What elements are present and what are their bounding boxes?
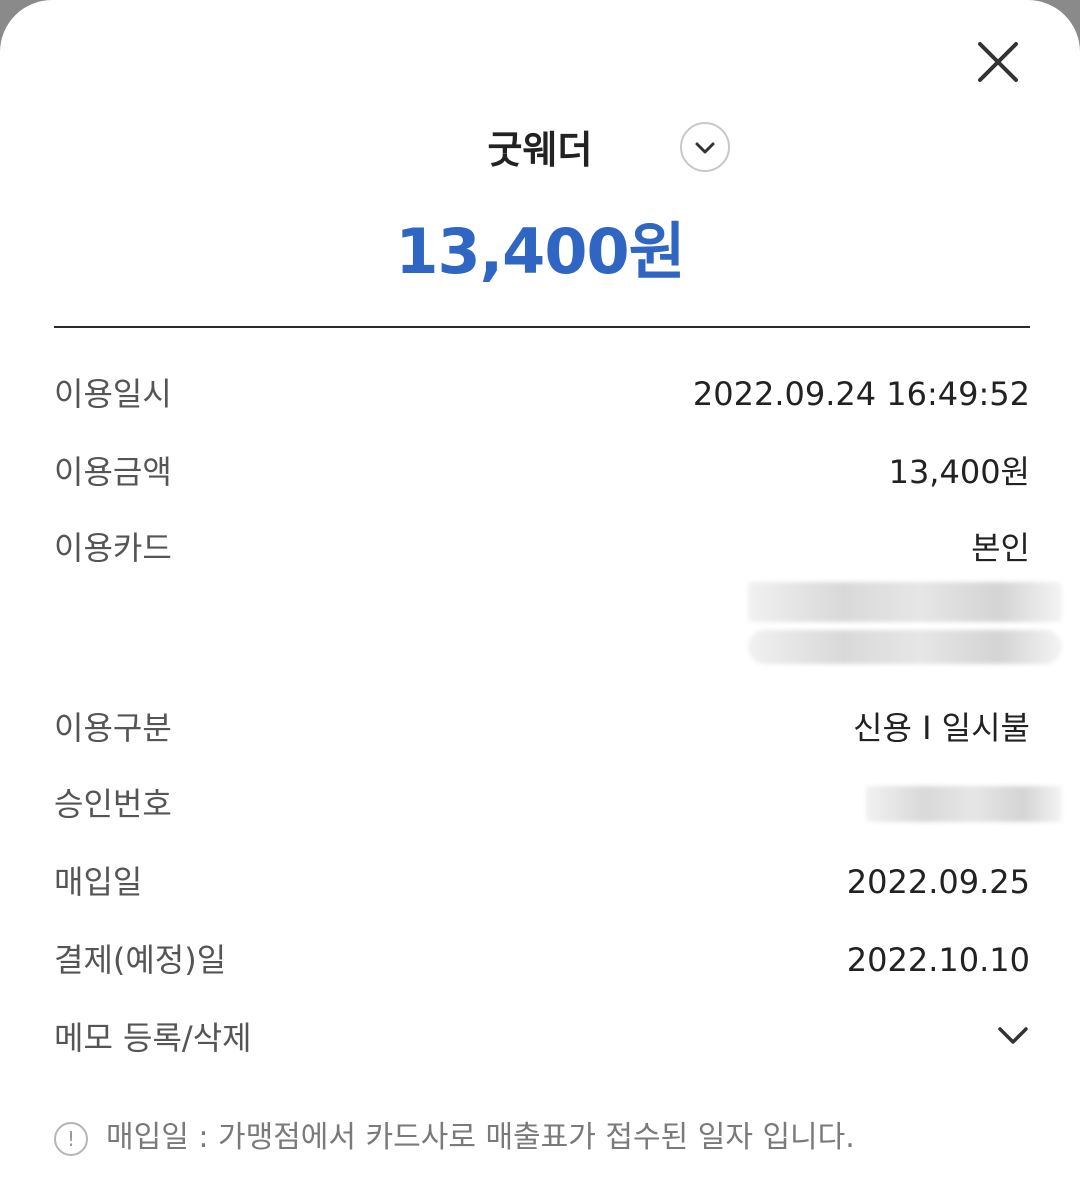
info-icon: ! [54, 1122, 88, 1156]
usage-card-label: 이용카드 [54, 529, 172, 567]
close-button[interactable] [970, 34, 1026, 90]
memo-toggle-row[interactable]: 메모 등록/삭제 [0, 1014, 1080, 1064]
usage-card-value: 본인 [971, 529, 1030, 567]
usage-amount-value: 13,400원 [888, 453, 1030, 491]
usage-amount-label: 이용금액 [54, 453, 172, 491]
merchant-name: 굿웨더 [487, 128, 593, 172]
chevron-down-icon [695, 142, 715, 154]
usage-type-value: 신용 I 일시불 [853, 709, 1030, 747]
approval-number-redacted [866, 786, 1062, 822]
merchant-header: 굿웨더 [0, 118, 1080, 182]
usage-type-label: 이용구분 [54, 709, 172, 747]
memo-label: 메모 등록/삭제 [54, 1019, 252, 1057]
usage-datetime-value: 2022.09.24 16:49:52 [692, 375, 1030, 413]
approval-number-label: 승인번호 [54, 785, 172, 823]
transaction-detail-sheet: 굿웨더 13,400원 이용일시 2022.09.24 16:49:52 이용금… [0, 0, 1080, 1181]
usage-datetime-label: 이용일시 [54, 375, 172, 413]
total-amount: 13,400원 [395, 215, 685, 288]
card-number-redacted [748, 630, 1062, 664]
notice-text: 매입일 : 가맹점에서 카드사로 매출표가 접수된 일자 입니다. [106, 1120, 855, 1155]
close-icon [978, 42, 1018, 82]
chevron-down-icon [998, 1027, 1028, 1044]
card-name-redacted [748, 582, 1062, 622]
merchant-expand-button[interactable] [680, 122, 730, 172]
payment-date-label: 결제(예정)일 [54, 941, 227, 979]
payment-date-value: 2022.10.10 [846, 941, 1030, 979]
purchase-date-label: 매입일 [54, 863, 143, 901]
divider [54, 326, 1030, 328]
purchase-date-value: 2022.09.25 [846, 863, 1030, 901]
